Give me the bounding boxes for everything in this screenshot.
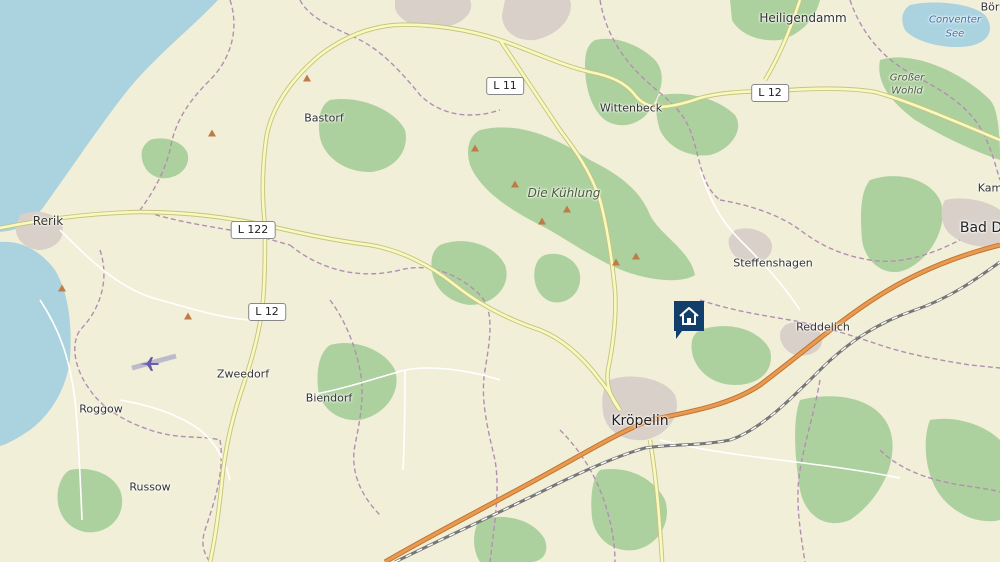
peak-icon: [511, 180, 519, 188]
airplane-icon: [140, 357, 159, 371]
peak-icon: [184, 312, 192, 320]
map-canvas[interactable]: L 11 L 12 L 122 L 12 Heiligendamm Bör Co…: [0, 0, 1000, 562]
road-shield-l122: L 122: [230, 221, 276, 239]
peak-icon: [612, 258, 620, 266]
peak-icon: [563, 205, 571, 213]
peak-icon: [471, 144, 479, 152]
peak-icon: [303, 74, 311, 82]
location-marker[interactable]: [674, 301, 704, 339]
road-shield-l12-east: L 12: [751, 84, 789, 102]
peak-icon: [538, 217, 546, 225]
peak-icon: [58, 284, 66, 292]
road-shield-l12-south: L 12: [248, 303, 286, 321]
road-shield-l11: L 11: [486, 77, 524, 95]
peak-icon: [632, 252, 640, 260]
peak-icon: [208, 129, 216, 137]
